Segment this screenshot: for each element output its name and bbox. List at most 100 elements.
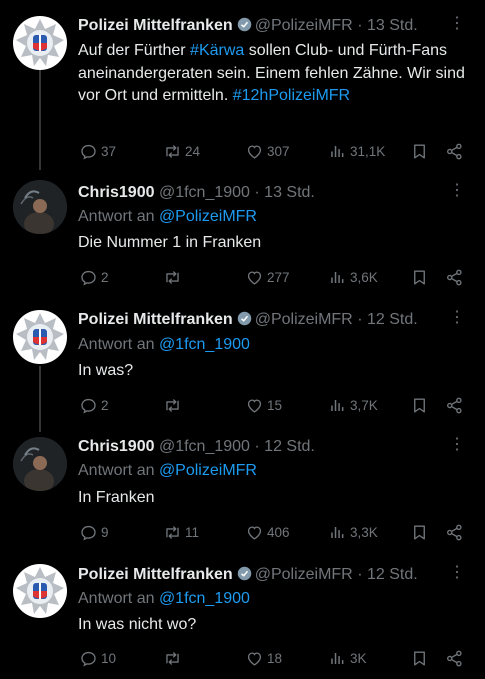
reply-mention-link[interactable]: @PolizeiMFR	[159, 208, 257, 225]
bookmark-icon	[410, 649, 429, 668]
avatar[interactable]	[13, 437, 67, 491]
retweet-icon	[163, 649, 182, 668]
bookmark-button[interactable]	[407, 265, 429, 289]
text-segment: In was nicht wo?	[78, 616, 197, 633]
share-icon	[445, 523, 464, 542]
share-button[interactable]	[442, 393, 464, 417]
views-bar-chart-icon	[328, 649, 347, 668]
reply-prefix: Antwort an	[78, 590, 155, 607]
hashtag-link[interactable]: #Kärwa	[190, 42, 244, 59]
retweet-icon	[163, 396, 182, 415]
timestamp[interactable]: 12 Std.	[264, 438, 315, 455]
heart-icon	[245, 268, 264, 287]
retweet-button[interactable]: 11	[160, 520, 199, 544]
retweet-button[interactable]	[160, 646, 185, 670]
reply-icon	[79, 649, 98, 668]
heart-icon	[245, 649, 264, 668]
retweet-icon	[163, 523, 182, 542]
hashtag-link[interactable]: #12hPolizeiMFR	[233, 87, 350, 104]
tweet-text: Auf der Fürther #Kärwa sollen Club- und …	[78, 40, 470, 108]
replies-count: 2	[101, 397, 109, 413]
share-button[interactable]	[442, 265, 464, 289]
verified-gov-badge-icon	[237, 566, 252, 581]
views-button[interactable]: 3,6K	[325, 265, 378, 289]
tweet-text: Die Nummer 1 in Franken	[78, 232, 470, 255]
share-button[interactable]	[442, 646, 464, 670]
text-segment: In Franken	[78, 489, 155, 506]
more-options-icon[interactable]: ⋮	[449, 16, 465, 36]
tweet-header: Chris1900 @1fcn_1900 · 12 Std.	[78, 436, 315, 458]
reply-context: Antwort an @PolizeiMFR	[78, 460, 257, 482]
retweet-button[interactable]	[160, 265, 185, 289]
likes-count: 307	[267, 143, 290, 159]
retweets-count: 11	[185, 524, 200, 540]
author-name[interactable]: Polizei Mittelfranken	[78, 566, 233, 583]
author-name[interactable]: Chris1900	[78, 438, 155, 455]
author-name[interactable]: Polizei Mittelfranken	[78, 17, 233, 34]
user-photo	[13, 437, 67, 491]
timestamp[interactable]: 13 Std.	[264, 184, 315, 201]
like-button[interactable]: 307	[242, 139, 290, 163]
author-name[interactable]: Polizei Mittelfranken	[78, 311, 233, 328]
views-button[interactable]: 3,3K	[325, 520, 378, 544]
more-options-icon[interactable]: ⋮	[449, 437, 465, 457]
reply-button[interactable]: 2	[76, 393, 109, 417]
author-handle[interactable]: @PolizeiMFR	[255, 566, 353, 583]
reply-prefix: Antwort an	[78, 208, 155, 225]
views-button[interactable]: 3K	[325, 646, 367, 670]
views-bar-chart-icon	[328, 268, 347, 287]
like-button[interactable]: 277	[242, 265, 290, 289]
likes-count: 277	[267, 269, 290, 285]
more-options-icon[interactable]: ⋮	[449, 183, 465, 203]
more-options-icon[interactable]: ⋮	[449, 565, 465, 585]
timestamp[interactable]: 12 Std.	[367, 566, 418, 583]
avatar[interactable]	[13, 564, 67, 618]
separator: ·	[254, 438, 260, 455]
share-button[interactable]	[442, 139, 464, 163]
likes-count: 18	[267, 650, 283, 666]
bookmark-button[interactable]	[407, 139, 429, 163]
author-handle[interactable]: @1fcn_1900	[159, 184, 250, 201]
likes-count: 15	[267, 397, 283, 413]
reply-button[interactable]: 10	[76, 646, 116, 670]
author-handle[interactable]: @1fcn_1900	[159, 438, 250, 455]
replies-count: 10	[101, 650, 117, 666]
replies-count: 37	[101, 143, 117, 159]
retweet-icon	[163, 268, 182, 287]
reply-button[interactable]: 9	[76, 520, 109, 544]
reply-button[interactable]: 37	[76, 139, 116, 163]
author-name[interactable]: Chris1900	[78, 184, 155, 201]
more-options-icon[interactable]: ⋮	[449, 310, 465, 330]
views-button[interactable]: 31,1K	[325, 139, 385, 163]
views-button[interactable]: 3,7K	[325, 393, 378, 417]
reply-button[interactable]: 2	[76, 265, 109, 289]
retweet-button[interactable]	[160, 393, 185, 417]
avatar[interactable]	[13, 180, 67, 234]
replies-count: 2	[101, 269, 109, 285]
retweet-icon	[163, 142, 182, 161]
retweet-button[interactable]: 24	[160, 139, 200, 163]
reply-mention-link[interactable]: @1fcn_1900	[159, 336, 250, 353]
bookmark-button[interactable]	[407, 520, 429, 544]
bookmark-button[interactable]	[407, 393, 429, 417]
verified-gov-badge-icon	[237, 311, 252, 326]
avatar[interactable]	[13, 16, 67, 70]
views-count: 3K	[350, 650, 367, 666]
share-button[interactable]	[442, 520, 464, 544]
reply-icon	[79, 268, 98, 287]
author-handle[interactable]: @PolizeiMFR	[255, 311, 353, 328]
author-handle[interactable]: @PolizeiMFR	[255, 17, 353, 34]
avatar[interactable]	[13, 310, 67, 364]
bookmark-button[interactable]	[407, 646, 429, 670]
reply-mention-link[interactable]: @PolizeiMFR	[159, 462, 257, 479]
like-button[interactable]: 406	[242, 520, 290, 544]
tweet-header: Chris1900 @1fcn_1900 · 13 Std.	[78, 182, 315, 204]
timestamp[interactable]: 13 Std.	[367, 17, 418, 34]
tweet-header: Polizei Mittelfranken @PolizeiMFR · 12 St…	[78, 564, 418, 586]
reply-context: Antwort an @1fcn_1900	[78, 588, 250, 610]
timestamp[interactable]: 12 Std.	[367, 311, 418, 328]
reply-mention-link[interactable]: @1fcn_1900	[159, 590, 250, 607]
like-button[interactable]: 15	[242, 393, 282, 417]
like-button[interactable]: 18	[242, 646, 282, 670]
text-segment: In was?	[78, 362, 134, 379]
